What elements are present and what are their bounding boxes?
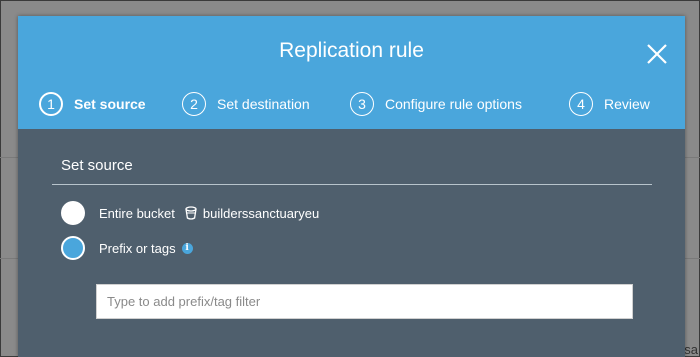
- entire-bucket-label: Entire bucket: [99, 205, 175, 221]
- dialog-header: Replication rule 1 Set source 2 Set dest…: [18, 16, 685, 129]
- section-title: Set source: [61, 157, 133, 174]
- step-label: Configure rule options: [385, 96, 522, 112]
- step-number: 3: [350, 92, 374, 116]
- section-divider: [52, 184, 652, 185]
- background-text: sa: [684, 342, 698, 357]
- bucket-icon: [185, 206, 197, 220]
- close-button[interactable]: [645, 42, 669, 66]
- step-configure-rule-options[interactable]: 3 Configure rule options: [350, 92, 522, 116]
- option-entire-bucket[interactable]: Entire bucket builderssanctuaryeu: [61, 201, 319, 225]
- option-prefix-or-tags[interactable]: Prefix or tags i: [61, 236, 193, 260]
- replication-rule-dialog: Replication rule 1 Set source 2 Set dest…: [18, 16, 685, 357]
- entire-bucket-radio[interactable]: [61, 201, 85, 225]
- step-label: Set source: [74, 96, 146, 112]
- close-icon: [647, 44, 667, 64]
- step-review[interactable]: 4 Review: [569, 92, 650, 116]
- step-set-source[interactable]: 1 Set source: [39, 92, 146, 116]
- step-number: 1: [39, 92, 63, 116]
- info-icon[interactable]: i: [181, 242, 193, 254]
- prefix-or-tags-label: Prefix or tags: [99, 240, 176, 256]
- bucket-name: builderssanctuaryeu: [202, 205, 320, 221]
- prefix-or-tags-radio[interactable]: [61, 236, 85, 260]
- step-set-destination[interactable]: 2 Set destination: [182, 92, 310, 116]
- prefix-tag-filter-input[interactable]: [96, 284, 633, 319]
- step-label: Review: [604, 96, 650, 112]
- dialog-title: Replication rule: [279, 39, 424, 62]
- step-number: 4: [569, 92, 593, 116]
- step-label: Set destination: [217, 96, 310, 112]
- step-number: 2: [182, 92, 206, 116]
